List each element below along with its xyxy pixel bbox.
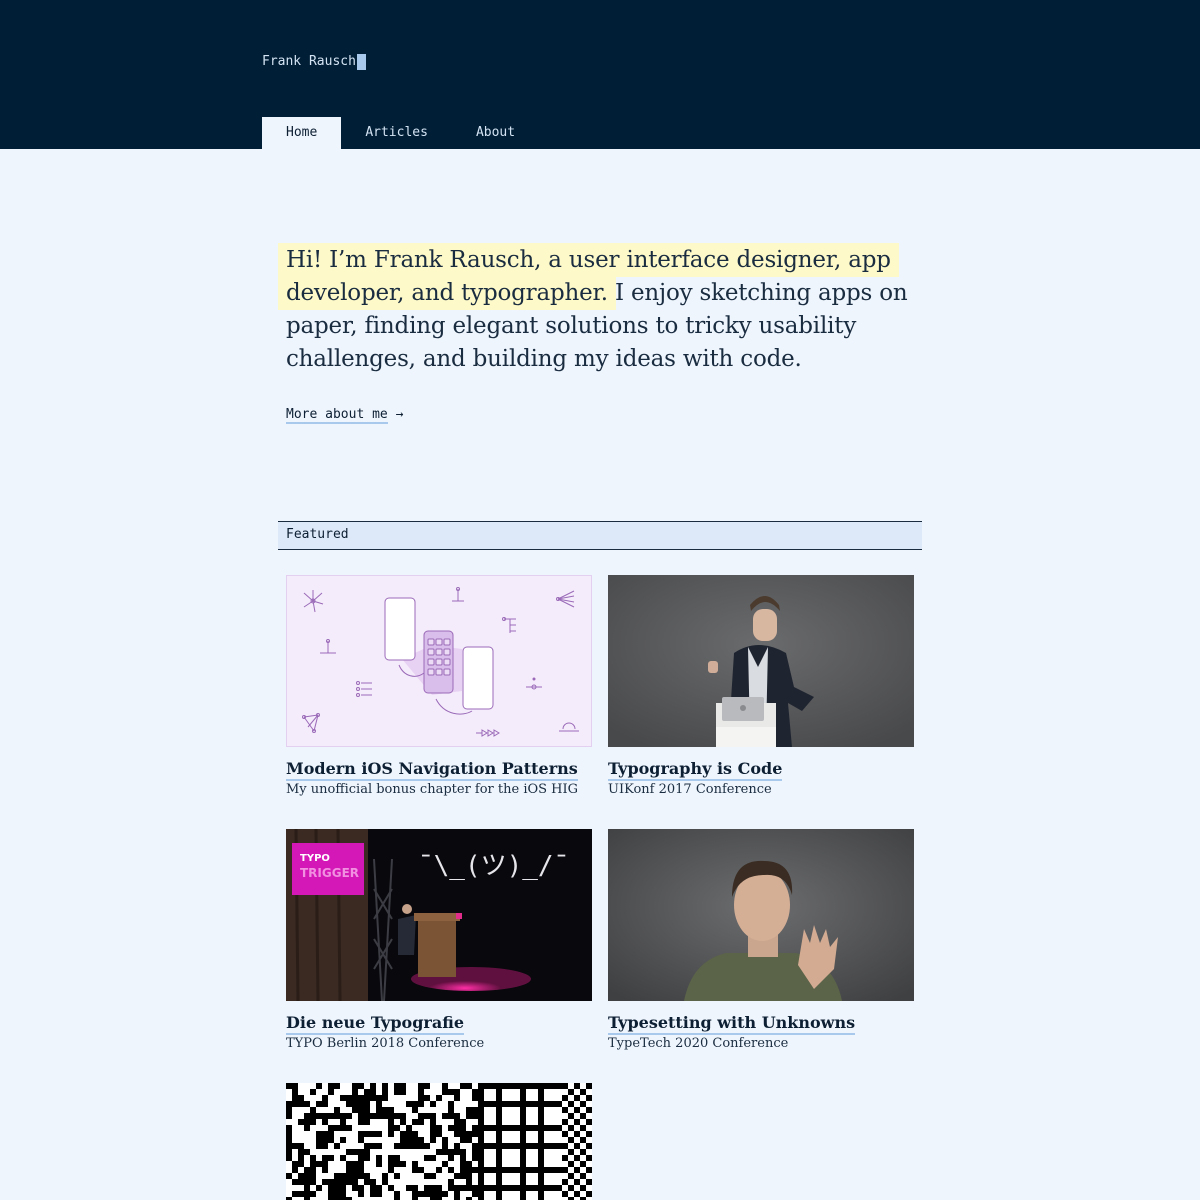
screen-typo-text: TYPO [300,853,330,864]
card-subtitle-typesetting-unknowns: TypeTech 2020 Conference [608,1036,789,1051]
featured-card-neue-typografie[interactable]: TYPO TRIGGER ¯\_(ツ)_/¯ Die neue Typograf… [286,829,592,1053]
card-subtitle-ios-navigation: My unofficial bonus chapter for the iOS … [286,782,579,797]
featured-heading: Featured [286,527,349,542]
site-name-link[interactable]: Frank Rausch [262,52,366,72]
more-about-me-label: More about me [286,407,388,424]
pixel-pattern-thumbnail [286,1083,592,1200]
card-title-ios-navigation[interactable]: Modern iOS Navigation Patterns [286,759,578,781]
arrow-right-icon: → [395,407,404,422]
tab-articles[interactable]: Articles [341,117,452,149]
tab-home[interactable]: Home [262,117,342,149]
screen-trigger-text: TRIGGER [300,866,359,880]
typo-berlin-stage-photo: TYPO TRIGGER ¯\_(ツ)_/¯ [286,829,592,1001]
kaomoji-text: ¯\_(ツ)_/¯ [418,851,569,881]
intro-paragraph: Hi! I’m Frank Rausch, a user interface d… [286,243,926,376]
featured-card-typography-is-code[interactable]: Typography is Code UIKonf 2017 Conferenc… [608,575,914,799]
site-header: Frank Rausch Home Articles About [0,0,1200,149]
featured-card-pattern[interactable] [286,1083,592,1200]
speaker-portrait-photo [608,829,914,1001]
featured-card-ios-navigation[interactable]: Modern iOS Navigation Patterns My unoffi… [286,575,592,799]
site-name: Frank Rausch [262,54,356,69]
more-about-me-link[interactable]: More about me → [286,405,403,425]
card-subtitle-typography-is-code: UIKonf 2017 Conference [608,782,772,797]
card-title-typography-is-code[interactable]: Typography is Code [608,759,783,781]
featured-heading-bar: Featured [278,521,922,550]
text-cursor-icon [356,54,366,70]
main-nav: Home Articles About [262,117,539,149]
card-subtitle-neue-typografie: TYPO Berlin 2018 Conference [286,1036,485,1051]
ios-navigation-illustration [286,575,592,747]
featured-card-typesetting-unknowns[interactable]: Typesetting with Unknowns TypeTech 2020 … [608,829,914,1053]
speaker-photo [608,575,914,747]
card-title-typesetting-unknowns[interactable]: Typesetting with Unknowns [608,1013,856,1035]
tab-about[interactable]: About [452,117,539,149]
card-title-neue-typografie[interactable]: Die neue Typografie [286,1013,464,1035]
